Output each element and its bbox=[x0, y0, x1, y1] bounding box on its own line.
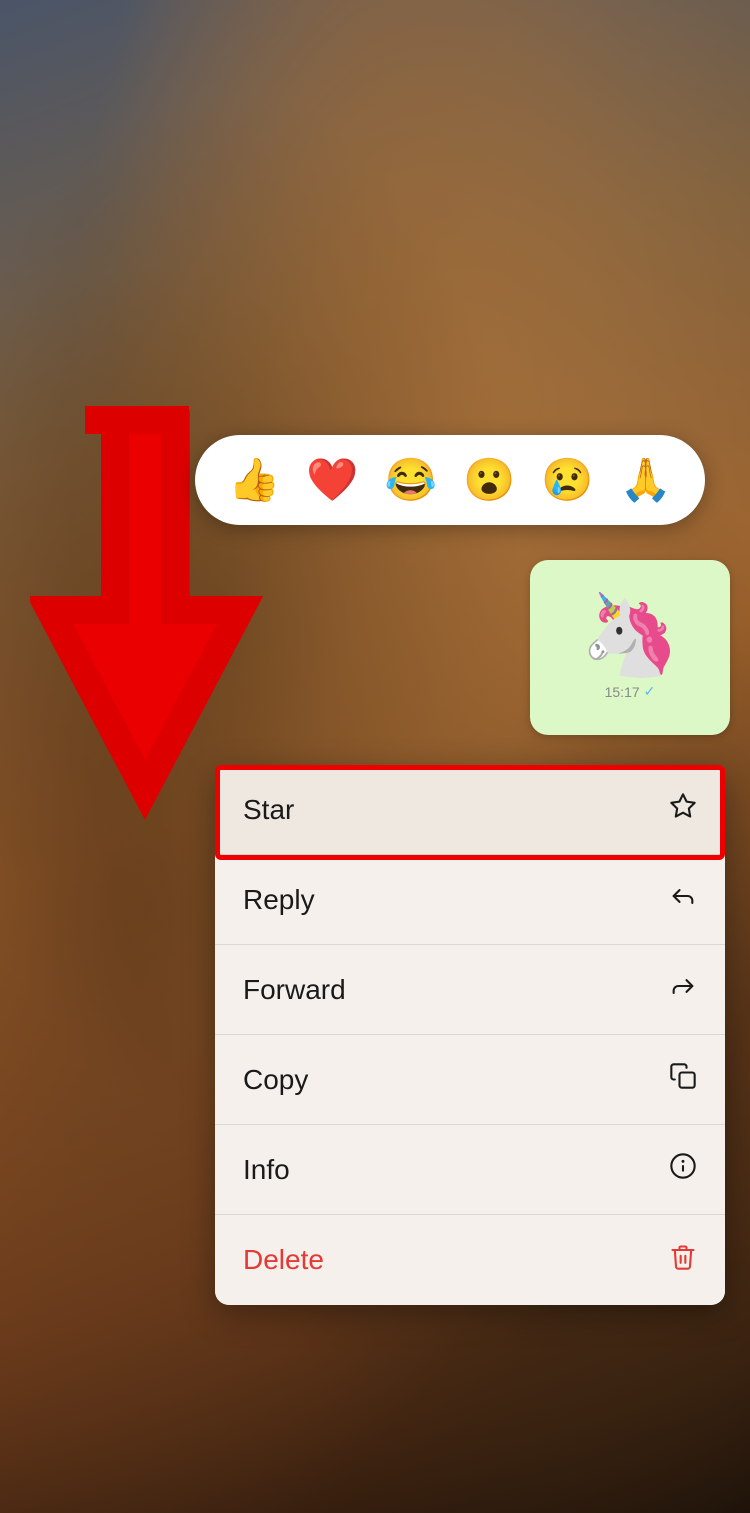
copy-icon bbox=[669, 1062, 697, 1097]
message-content: 🦄 bbox=[580, 595, 680, 675]
menu-item-reply[interactable]: Reply bbox=[215, 855, 725, 945]
menu-item-info[interactable]: Info bbox=[215, 1125, 725, 1215]
reaction-bar: 👍 ❤️ 😂 😮 😢 🙏 bbox=[195, 435, 705, 525]
star-label: Star bbox=[243, 794, 294, 826]
reaction-thumbsup[interactable]: 👍 bbox=[228, 459, 280, 501]
delete-label: Delete bbox=[243, 1244, 324, 1276]
message-time: 15:17 ✓ bbox=[605, 683, 656, 700]
reaction-surprised[interactable]: 😮 bbox=[463, 459, 515, 501]
reply-label: Reply bbox=[243, 884, 315, 916]
forward-label: Forward bbox=[243, 974, 346, 1006]
star-icon bbox=[669, 792, 697, 827]
forward-icon bbox=[669, 972, 697, 1007]
copy-label: Copy bbox=[243, 1064, 308, 1096]
menu-item-star[interactable]: Star bbox=[215, 765, 725, 855]
info-label: Info bbox=[243, 1154, 290, 1186]
trash-icon bbox=[669, 1243, 697, 1278]
reply-icon bbox=[669, 882, 697, 917]
reaction-cry[interactable]: 😢 bbox=[541, 459, 593, 501]
check-mark: ✓ bbox=[644, 683, 656, 700]
time-text: 15:17 bbox=[605, 684, 640, 700]
menu-item-delete[interactable]: Delete bbox=[215, 1215, 725, 1305]
context-menu: Star Reply Forward Copy bbox=[215, 765, 725, 1305]
info-icon bbox=[669, 1152, 697, 1187]
menu-item-copy[interactable]: Copy bbox=[215, 1035, 725, 1125]
reaction-laugh[interactable]: 😂 bbox=[385, 459, 437, 501]
message-bubble: 🦄 15:17 ✓ bbox=[530, 560, 730, 735]
menu-item-forward[interactable]: Forward bbox=[215, 945, 725, 1035]
reaction-pray[interactable]: 🙏 bbox=[620, 459, 672, 501]
reaction-heart[interactable]: ❤️ bbox=[306, 459, 358, 501]
